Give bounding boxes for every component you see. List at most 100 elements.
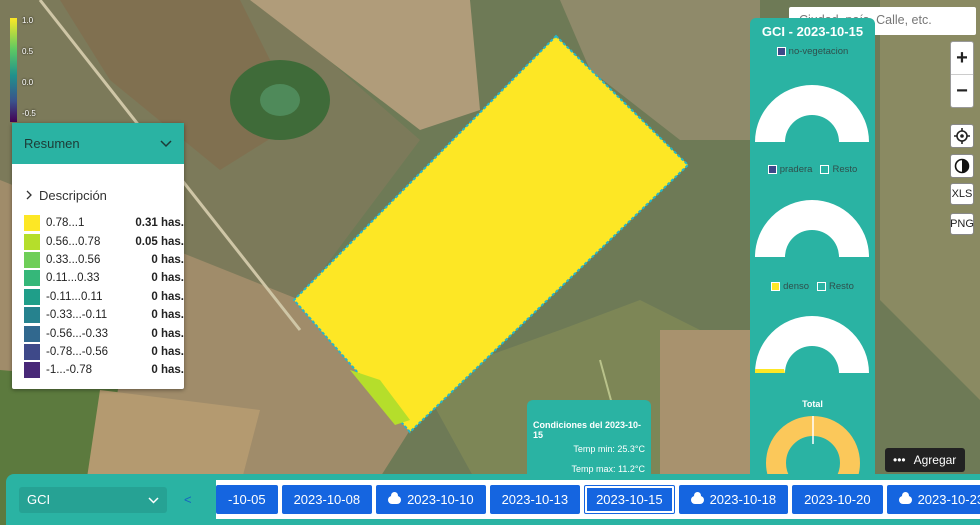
zoom-out-button[interactable]: − [951,75,973,108]
gci-panel-title: GCI - 2023-10-15 [761,24,864,39]
legend-item: Resto [820,164,857,175]
class-area: 0 has. [151,364,184,377]
resumen-row: 0.56...0.78 0.05 has. [24,232,184,250]
date-button[interactable]: 2023-10-23 [886,485,980,514]
date-button[interactable]: 2023-10-20 [792,485,883,514]
layer-select[interactable]: GCI [19,487,167,513]
temp-max: Temp max: 11.2°C [571,464,645,474]
conditions-title: Condiciones del 2023-10-15 [533,420,642,440]
agregar-label: Agregar [913,453,957,467]
class-area: 0 has. [151,309,184,322]
total-donut [766,416,860,478]
resumen-row: 0.33...0.56 0 has. [24,251,184,269]
class-range: 0.11...0.33 [46,272,100,285]
class-swatch [24,343,46,361]
legend-label: pradera [779,164,813,175]
resumen-row: -0.56...-0.33 0 has. [24,324,184,342]
colorbar-tick: 0.0 [22,78,34,87]
class-range: -0.33...-0.11 [46,309,108,322]
conditions-panel: Condiciones del 2023-10-15 Temp min: 25.… [527,400,651,480]
resumen-row: -0.11...0.11 0 has. [24,288,184,306]
legend-item: no-vegetacion [776,46,849,57]
legend-label: no-vegetacion [788,46,849,57]
class-area: 0 has. [151,345,184,358]
class-swatch [24,361,46,379]
date-label: 2023-10-15 [596,492,663,507]
legend-item: Resto [817,281,854,292]
gauge-denso [755,316,869,373]
date-label: 2023-10-20 [804,492,871,507]
date-bar: GCI < -10-05 2023-10-08 2023-10-10 2023-10-… [6,474,980,525]
locate-button[interactable] [950,124,974,148]
more-dots-icon: ••• [893,453,906,467]
png-button[interactable]: PNG [950,213,974,235]
legend-item: pradera [767,164,813,175]
class-area: 0.05 has. [135,235,184,248]
class-area: 0 has. [151,253,184,266]
date-button[interactable]: 2023-10-10 [376,485,486,514]
xls-button[interactable]: XLS [950,183,974,205]
chevron-right-icon [26,188,33,203]
resumen-title: Resumen [24,136,80,151]
class-swatch [24,251,46,269]
resumen-panel: Resumen Descripción 0.78...1 0.31 has. 0.5… [12,123,184,389]
cloud-icon [388,491,402,504]
class-range: 0.33...0.56 [46,253,101,266]
class-swatch [24,306,46,324]
date-button[interactable]: 2023-10-18 [678,485,789,514]
layer-select-value: GCI [27,492,51,507]
date-button[interactable]: -10-05 [216,485,278,514]
zoom-in-button[interactable]: + [951,42,973,75]
legend-swatch [817,282,827,291]
agregar-button[interactable]: ••• Agregar [885,448,965,472]
legend-swatch [776,47,786,56]
description-toggle[interactable]: Descripción [12,184,184,206]
prev-dates-button[interactable]: < [184,492,192,507]
date-label: -10-05 [228,492,266,507]
date-label: 2023-10-18 [709,492,777,507]
cloud-icon [690,491,704,504]
legend-label: Resto [832,164,858,175]
class-swatch [24,324,46,342]
class-area: 0 has. [151,290,184,303]
temp-min: Temp min: 25.3°C [573,444,645,454]
legend-item: denso [771,281,809,292]
resumen-row: -0.78...-0.56 0 has. [24,343,184,361]
class-swatch [24,269,46,287]
colorbar-legend: 1.0 0.5 0.0 -0.5 [8,14,46,124]
crosshair-icon [954,128,970,144]
resumen-table: 0.78...1 0.31 has. 0.56...0.78 0.05 has. 0.3… [24,214,184,380]
contrast-icon [954,158,970,174]
resumen-row: 0.11...0.33 0 has. [24,269,184,287]
date-button[interactable]: 2023-10-13 [489,485,581,514]
legend-swatch [771,282,781,291]
legend-swatch [820,165,830,174]
date-label: 2023-10-10 [407,492,474,507]
date-label: 2023-10-23 [917,492,980,507]
resumen-row: -0.33...-0.11 0 has. [24,306,184,324]
contrast-button[interactable] [950,154,974,178]
chevron-down-icon[interactable] [160,136,172,151]
class-range: 0.56...0.78 [46,235,101,248]
class-swatch [24,232,46,250]
description-label: Descripción [39,187,107,203]
legend-row-2: pradera Resto [750,164,875,175]
class-range: -0.56...-0.33 [46,327,109,340]
date-button[interactable]: 2023-10-15 [584,485,675,514]
class-area: 0 has. [151,272,184,285]
date-button[interactable]: 2023-10-08 [281,485,373,514]
colorbar-tick: 1.0 [22,16,34,25]
legend-swatch [767,165,777,174]
legend-row-1: no-vegetacion [750,46,875,57]
resumen-row: 0.78...1 0.31 has. [24,214,184,232]
gauge-pradera [755,200,869,257]
class-range: -0.78...-0.56 [46,345,109,358]
date-label: 2023-10-13 [501,492,569,507]
cloud-icon [898,491,912,504]
class-range: -0.11...0.11 [46,290,103,303]
resumen-header[interactable]: Resumen [12,123,184,164]
legend-label: denso [783,281,810,292]
zoom-control: + − [950,41,974,108]
colorbar-gradient [10,18,17,122]
class-area: 0.31 has. [135,217,184,230]
